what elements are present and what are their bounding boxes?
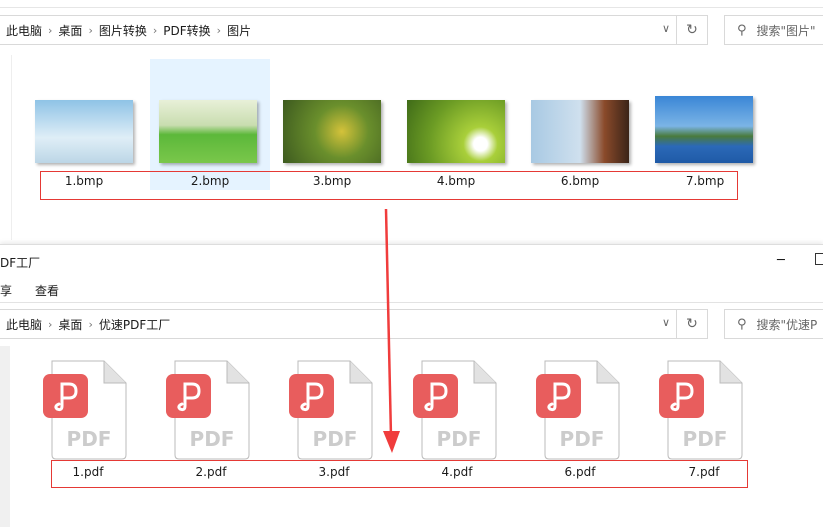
annotation-box-pdf <box>51 460 748 488</box>
pdf-icon-text: PDF <box>437 427 482 451</box>
menu-share[interactable]: 享 <box>0 282 12 299</box>
chevron-right-icon: › <box>88 317 93 331</box>
pdf-file-icon[interactable]: PDF <box>165 360 250 460</box>
search-placeholder: 搜索"图片" <box>756 23 816 38</box>
pdf-file-icon[interactable]: PDF <box>42 360 127 460</box>
annotation-box-bmp <box>40 171 738 200</box>
chevron-right-icon: › <box>88 23 93 37</box>
chevron-down-icon[interactable]: ∨ <box>662 22 670 35</box>
pdf-icon-text: PDF <box>683 427 728 451</box>
thumbnail-harbor[interactable] <box>655 96 753 163</box>
menu-view[interactable]: 查看 <box>35 282 59 299</box>
top-address-bar[interactable]: 此电脑 › 桌面 › 图片转换 › PDF转换 › 图片 ∨ <box>0 15 677 45</box>
minimize-button[interactable]: ─ <box>777 253 785 268</box>
crumb[interactable]: 图片 <box>227 22 251 39</box>
chevron-right-icon: › <box>216 23 222 37</box>
crumb[interactable]: 此电脑 <box>6 316 42 333</box>
pdf-file-icon[interactable]: PDF <box>535 360 620 460</box>
chevron-right-icon: › <box>48 317 53 331</box>
pdf-file-icon[interactable]: PDF <box>288 360 373 460</box>
annotation-arrow <box>383 208 400 453</box>
crumb[interactable]: 优速PDF工厂 <box>99 316 170 333</box>
maximize-button[interactable] <box>815 253 823 265</box>
refresh-button[interactable]: ↻ <box>677 15 708 45</box>
pdf-icon-text: PDF <box>560 427 605 451</box>
thumbnail-sky[interactable] <box>35 100 133 163</box>
search-icon: ⚲ <box>737 22 747 38</box>
top-search-input[interactable]: ⚲ 搜索"图片" <box>724 15 823 45</box>
pdf-file-icon[interactable]: PDF <box>658 360 743 460</box>
crumb[interactable]: 图片转换 <box>99 22 147 39</box>
chevron-right-icon: › <box>48 23 53 37</box>
pdf-icon-text: PDF <box>67 427 112 451</box>
thumbnail-meadow[interactable] <box>159 100 257 163</box>
thumbnail-flowers[interactable] <box>283 100 381 163</box>
chevron-right-icon: › <box>152 23 158 37</box>
scrollbar[interactable] <box>0 346 10 527</box>
pdf-icon-text: PDF <box>190 427 235 451</box>
search-placeholder: 搜索"优速P <box>756 317 818 332</box>
bottom-address-bar[interactable]: 此电脑 › 桌面 › 优速PDF工厂 ∨ <box>0 309 677 339</box>
window-title: DF工厂 <box>0 256 41 270</box>
crumb[interactable]: 桌面 <box>58 22 82 39</box>
refresh-button[interactable]: ↻ <box>677 309 708 339</box>
pdf-icon-text: PDF <box>313 427 358 451</box>
thumbnail-lake-house[interactable] <box>531 100 629 163</box>
thumbnail-daisies[interactable] <box>407 100 505 163</box>
left-pane-divider <box>11 55 12 240</box>
bottom-search-input[interactable]: ⚲ 搜索"优速P <box>724 309 823 339</box>
refresh-icon: ↻ <box>686 316 698 332</box>
ribbon-divider <box>0 302 823 303</box>
crumb[interactable]: 此电脑 <box>6 22 42 39</box>
crumb[interactable]: PDF转换 <box>163 22 210 39</box>
top-tab-strip <box>0 0 823 8</box>
search-icon: ⚲ <box>737 316 747 332</box>
crumb[interactable]: 桌面 <box>58 316 82 333</box>
pdf-file-icon[interactable]: PDF <box>412 360 497 460</box>
refresh-icon: ↻ <box>686 22 698 38</box>
chevron-down-icon[interactable]: ∨ <box>662 316 670 329</box>
